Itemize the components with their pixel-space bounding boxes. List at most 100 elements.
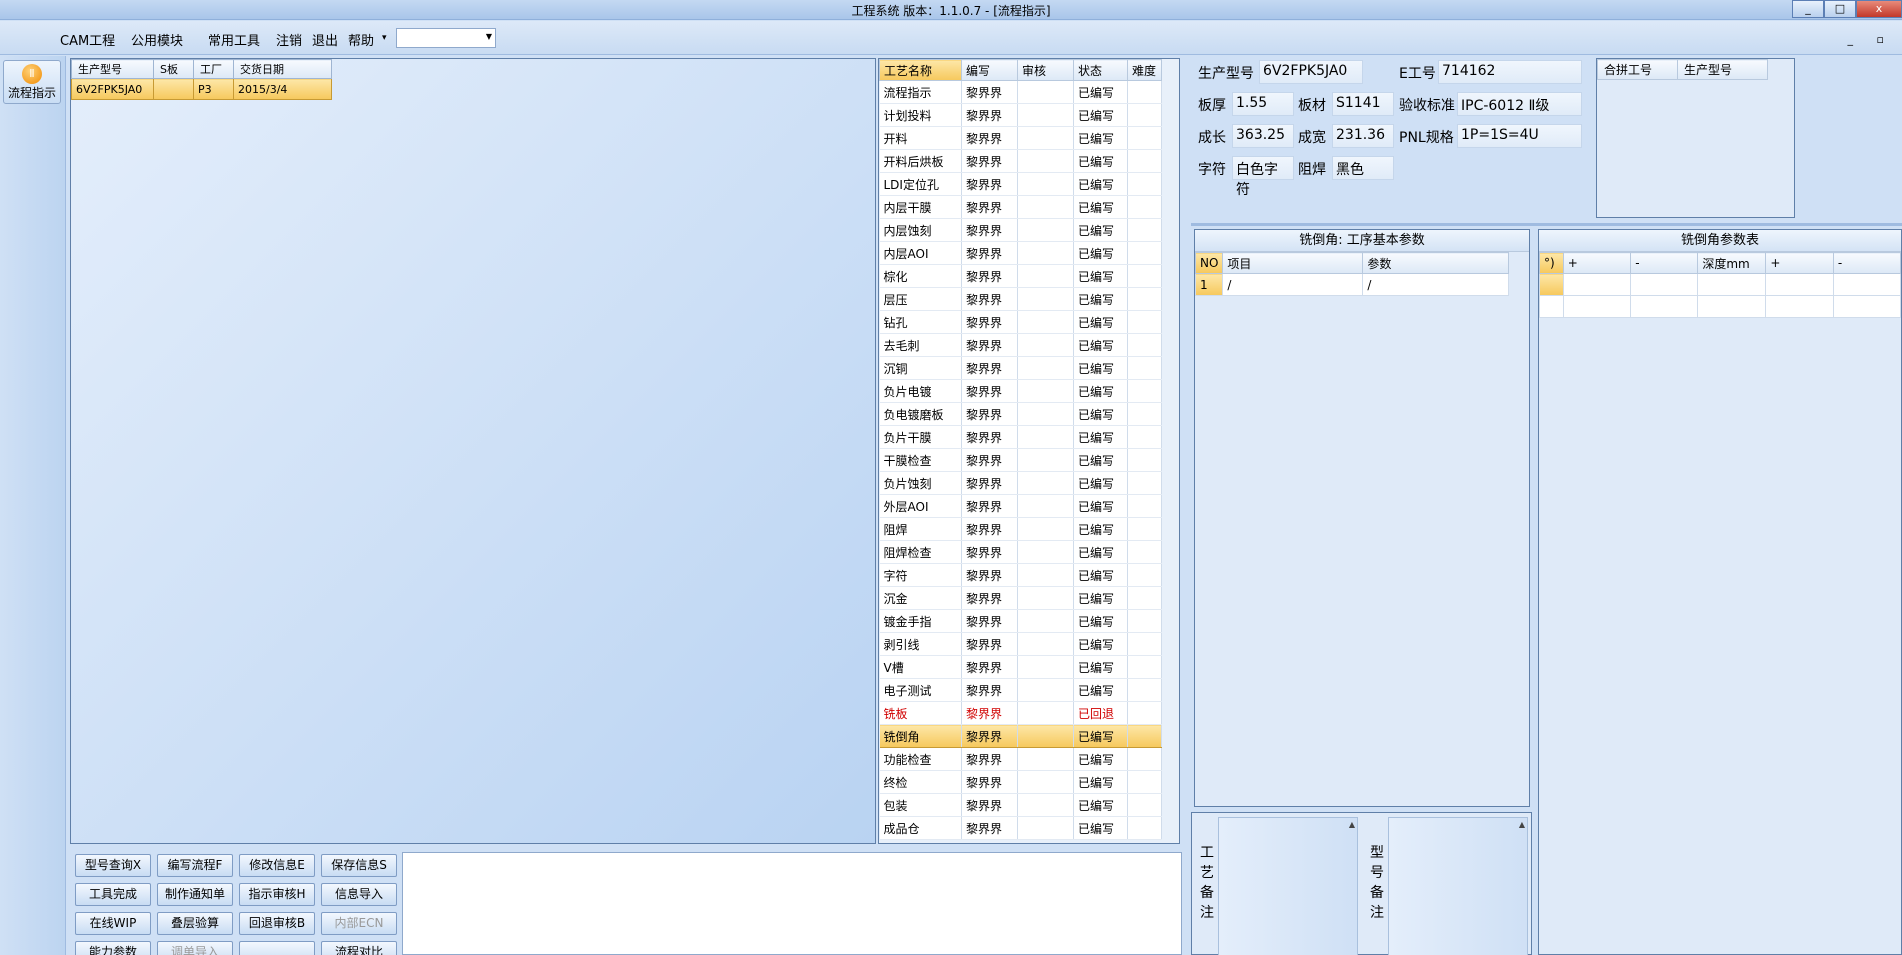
cell-review[interactable] <box>1017 655 1074 679</box>
cell-status[interactable]: 已编写 <box>1073 287 1128 311</box>
cell-difficulty[interactable] <box>1127 356 1162 380</box>
cell-difficulty[interactable] <box>1127 402 1162 426</box>
process-row[interactable]: 内层AOI 黎界界 已编写 <box>879 241 1162 265</box>
cell-difficulty[interactable] <box>1127 379 1162 403</box>
cell-writer[interactable]: 黎界界 <box>961 287 1018 311</box>
cell-review[interactable] <box>1017 793 1074 817</box>
cell-difficulty[interactable] <box>1127 517 1162 541</box>
cell-process-name[interactable]: 开料后烘板 <box>879 149 962 173</box>
process-row[interactable]: 负电镀磨板 黎界界 已编写 <box>879 402 1162 426</box>
cell-writer[interactable]: 黎界界 <box>961 425 1018 449</box>
cell-writer[interactable]: 黎界界 <box>961 333 1018 357</box>
cell-item[interactable]: / <box>1222 273 1364 296</box>
process-row[interactable]: LDI定位孔 黎界界 已编写 <box>879 172 1162 196</box>
cell-writer[interactable]: 黎界界 <box>961 609 1018 633</box>
cell-difficulty[interactable] <box>1127 793 1162 817</box>
col-depth-minus[interactable]: - <box>1832 252 1902 274</box>
maximize-button[interactable]: □ <box>1824 0 1856 18</box>
cell-status[interactable]: 已编写 <box>1073 540 1128 564</box>
col-writer[interactable]: 编写 <box>961 59 1018 81</box>
col-s-board[interactable]: S板 <box>153 59 194 79</box>
make-notice-button[interactable]: 制作通知单 <box>157 883 233 906</box>
process-row[interactable]: 负片电镀 黎界界 已编写 <box>879 379 1162 403</box>
cell-review[interactable] <box>1017 218 1074 242</box>
cell-writer[interactable]: 黎界界 <box>961 655 1018 679</box>
cell-writer[interactable]: 黎界界 <box>961 195 1018 219</box>
cell-status[interactable]: 已编写 <box>1073 770 1128 794</box>
cell-difficulty[interactable] <box>1127 80 1162 104</box>
detail-text-area[interactable] <box>402 852 1182 955</box>
cell-difficulty[interactable] <box>1127 632 1162 656</box>
col-review[interactable]: 审核 <box>1017 59 1074 81</box>
model-note-field[interactable]: ▲ <box>1388 817 1528 955</box>
cell-writer[interactable]: 黎界界 <box>961 218 1018 242</box>
close-button[interactable]: x <box>1856 0 1902 18</box>
col-param[interactable]: 参数 <box>1362 252 1510 274</box>
col-delivery-date[interactable]: 交货日期 <box>233 59 332 79</box>
process-row[interactable]: 内层干膜 黎界界 已编写 <box>879 195 1162 219</box>
cell-difficulty[interactable] <box>1127 747 1162 771</box>
cell-difficulty[interactable] <box>1127 655 1162 679</box>
cell-process-name[interactable]: 阻焊检查 <box>879 540 962 564</box>
cell-writer[interactable]: 黎界界 <box>961 241 1018 265</box>
cell-review[interactable] <box>1017 586 1074 610</box>
cell-prod-model[interactable]: 6V2FPK5JA0 <box>71 78 154 100</box>
cell-writer[interactable]: 黎界界 <box>961 793 1018 817</box>
process-row[interactable]: 铣倒角 黎界界 已编写 <box>879 724 1162 748</box>
cell-difficulty[interactable] <box>1127 172 1162 196</box>
len-field[interactable]: 363.25 <box>1232 124 1294 148</box>
process-row[interactable]: 负片干膜 黎界界 已编写 <box>879 425 1162 449</box>
process-row[interactable]: 字符 黎界界 已编写 <box>879 563 1162 587</box>
cell-status[interactable]: 已编写 <box>1073 241 1128 265</box>
menu-exit[interactable]: 退出 <box>312 30 338 49</box>
save-info-button[interactable]: 保存信息S <box>321 854 397 877</box>
cell-param[interactable]: / <box>1362 273 1510 296</box>
cell-writer[interactable]: 黎界界 <box>961 747 1018 771</box>
col-factory[interactable]: 工厂 <box>193 59 234 79</box>
process-row[interactable]: 开料 黎界界 已编写 <box>879 126 1162 150</box>
menu-help[interactable]: 帮助 <box>348 30 374 49</box>
cell-process-name[interactable]: 镀金手指 <box>879 609 962 633</box>
online-wip-button[interactable]: 在线WIP <box>75 912 151 935</box>
cell-difficulty[interactable] <box>1127 701 1162 725</box>
col-prod-model[interactable]: 生产型号 <box>71 59 154 79</box>
cell-review[interactable] <box>1017 563 1074 587</box>
process-row[interactable]: 计划投料 黎界界 已编写 <box>879 103 1162 127</box>
cell-review[interactable] <box>1017 149 1074 173</box>
cell-review[interactable] <box>1017 195 1074 219</box>
cell-review[interactable] <box>1017 816 1074 840</box>
cell-status[interactable]: 已编写 <box>1073 494 1128 518</box>
pnl-field[interactable]: 1P=1S=4U <box>1457 124 1582 148</box>
rollback-review-button[interactable]: 回退审核B <box>239 912 315 935</box>
process-row[interactable]: 镀金手指 黎界界 已编写 <box>879 609 1162 633</box>
cell-writer[interactable]: 黎界界 <box>961 80 1018 104</box>
cell-difficulty[interactable] <box>1127 218 1162 242</box>
process-row[interactable]: 成品仓 黎界界 已编写 <box>879 816 1162 840</box>
cell-writer[interactable]: 黎界界 <box>961 563 1018 587</box>
cell-process-name[interactable]: 负片电镀 <box>879 379 962 403</box>
cell-difficulty[interactable] <box>1127 333 1162 357</box>
cell-review[interactable] <box>1017 80 1074 104</box>
cell-process-name[interactable]: 铣板 <box>879 701 962 725</box>
col-difficulty[interactable]: 难度 <box>1127 59 1162 81</box>
cell-difficulty[interactable] <box>1127 149 1162 173</box>
cell-difficulty[interactable] <box>1127 264 1162 288</box>
cell-review[interactable] <box>1017 402 1074 426</box>
cell-difficulty[interactable] <box>1127 310 1162 334</box>
blank-button[interactable] <box>239 941 315 955</box>
cell-status[interactable]: 已编写 <box>1073 632 1128 656</box>
thick-field[interactable]: 1.55 <box>1232 92 1294 116</box>
cell-status[interactable]: 已编写 <box>1073 80 1128 104</box>
cell-writer[interactable]: 黎界界 <box>961 678 1018 702</box>
cell-writer[interactable]: 黎界界 <box>961 701 1018 725</box>
menu-cam[interactable]: CAM工程 <box>60 30 115 49</box>
cell-status[interactable]: 已编写 <box>1073 103 1128 127</box>
order-import-button[interactable]: 调单导入 <box>157 941 233 955</box>
table-row[interactable]: 1 / / <box>1194 273 1510 296</box>
col-angle-plus[interactable]: + <box>1562 252 1632 274</box>
process-row[interactable]: 流程指示 黎界界 已编写 <box>879 80 1162 104</box>
cell-writer[interactable]: 黎界界 <box>961 149 1018 173</box>
cell-review[interactable] <box>1017 356 1074 380</box>
cell-status[interactable]: 已编写 <box>1073 724 1128 748</box>
cell-writer[interactable]: 黎界界 <box>961 264 1018 288</box>
